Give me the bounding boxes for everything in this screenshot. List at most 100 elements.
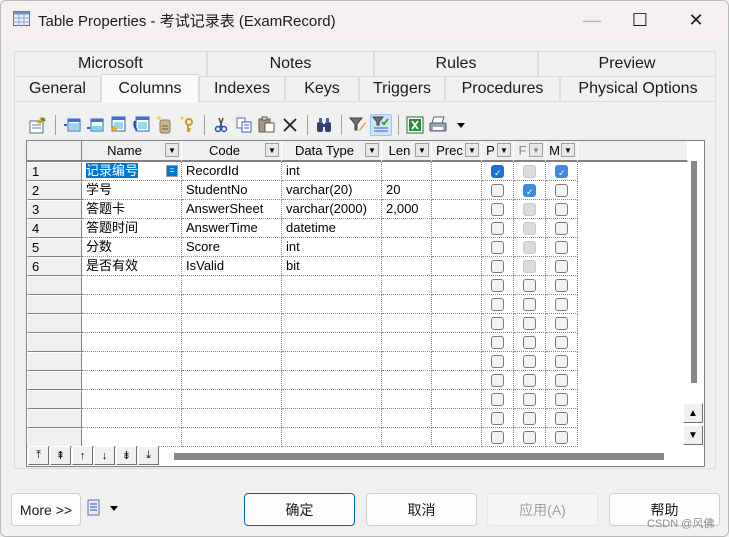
cell-code[interactable] xyxy=(182,409,282,428)
primary-key-checkbox[interactable] xyxy=(491,241,504,254)
cell-edit-button[interactable]: = xyxy=(166,165,178,177)
row-number[interactable] xyxy=(27,295,82,314)
cell-name[interactable] xyxy=(82,428,182,447)
cell-code[interactable]: AnswerSheet xyxy=(182,200,282,219)
row-number[interactable] xyxy=(27,371,82,390)
tab-procedures[interactable]: Procedures xyxy=(445,76,560,101)
mandatory-checkbox[interactable] xyxy=(555,336,568,349)
page-down-button[interactable]: ⇟ xyxy=(116,446,137,465)
table-row[interactable]: 4 答题时间 AnswerTime datetime xyxy=(27,219,687,238)
cell-code[interactable]: RecordId xyxy=(182,162,282,181)
cell-code[interactable] xyxy=(182,333,282,352)
foreign-key-checkbox[interactable] xyxy=(523,260,536,273)
foreign-key-checkbox[interactable] xyxy=(523,241,536,254)
mandatory-checkbox[interactable] xyxy=(555,317,568,330)
cell-prec[interactable] xyxy=(432,390,482,409)
mandatory-checkbox[interactable] xyxy=(555,412,568,425)
cell-prec[interactable] xyxy=(432,333,482,352)
vertical-scrollbar-thumb[interactable] xyxy=(691,161,697,383)
move-to-bottom-button[interactable]: ⤓ xyxy=(138,446,159,465)
cell-prec[interactable] xyxy=(432,200,482,219)
cell-code[interactable]: Score xyxy=(182,238,282,257)
cell-len[interactable] xyxy=(382,314,432,333)
cell-type[interactable] xyxy=(282,276,382,295)
cell-prec[interactable] xyxy=(432,238,482,257)
row-number[interactable] xyxy=(27,390,82,409)
primary-key-checkbox[interactable] xyxy=(491,184,504,197)
enable-filter-button[interactable] xyxy=(370,114,392,136)
cell-type[interactable]: datetime xyxy=(282,219,382,238)
mandatory-checkbox[interactable] xyxy=(555,298,568,311)
primary-key-checkbox[interactable] xyxy=(491,431,504,444)
new-key-button[interactable] xyxy=(176,114,198,136)
mandatory-checkbox[interactable] xyxy=(555,279,568,292)
empty-row[interactable] xyxy=(27,295,687,314)
chevron-down-icon[interactable]: ▼ xyxy=(561,143,575,157)
reuse-columns-button[interactable] xyxy=(130,114,152,136)
foreign-key-checkbox[interactable] xyxy=(523,355,536,368)
cell-name[interactable]: 记录编号 = xyxy=(82,162,182,181)
foreign-key-checkbox[interactable] xyxy=(523,222,536,235)
column-header-len[interactable]: Len ▼ xyxy=(382,141,432,162)
page-up-button[interactable]: ⇞ xyxy=(50,446,71,465)
cell-name[interactable] xyxy=(82,333,182,352)
tab-physical-options[interactable]: Physical Options xyxy=(560,76,716,101)
foreign-key-checkbox[interactable] xyxy=(523,317,536,330)
move-down-button[interactable]: ↓ xyxy=(94,446,115,465)
row-number[interactable]: 6 xyxy=(27,257,82,276)
empty-row[interactable] xyxy=(27,390,687,409)
chevron-down-icon[interactable]: ▼ xyxy=(465,143,479,157)
mandatory-checkbox[interactable] xyxy=(555,164,568,180)
foreign-key-checkbox[interactable] xyxy=(523,336,536,349)
copy-button[interactable] xyxy=(233,114,255,136)
column-header-prec[interactable]: Prec ▼ xyxy=(432,141,482,162)
cell-prec[interactable] xyxy=(432,181,482,200)
empty-row[interactable] xyxy=(27,371,687,390)
export-excel-button[interactable] xyxy=(404,114,426,136)
cell-type[interactable] xyxy=(282,333,382,352)
tab-indexes[interactable]: Indexes xyxy=(199,76,285,101)
scroll-down-button[interactable]: ▼ xyxy=(683,425,703,445)
close-button[interactable]: ✕ xyxy=(673,1,719,39)
cell-len[interactable] xyxy=(382,409,432,428)
row-number[interactable] xyxy=(27,333,82,352)
primary-key-checkbox[interactable] xyxy=(491,222,504,235)
primary-key-checkbox[interactable] xyxy=(491,203,504,216)
cell-prec[interactable] xyxy=(432,219,482,238)
cell-prec[interactable] xyxy=(432,352,482,371)
cell-code[interactable]: IsValid xyxy=(182,257,282,276)
chevron-down-icon[interactable]: ▼ xyxy=(415,143,429,157)
cell-prec[interactable] xyxy=(432,257,482,276)
horizontal-scrollbar-thumb[interactable] xyxy=(174,453,664,460)
cell-name[interactable]: 分数 xyxy=(82,238,182,257)
cell-len[interactable] xyxy=(382,276,432,295)
row-number[interactable]: 4 xyxy=(27,219,82,238)
scroll-up-button[interactable]: ▲ xyxy=(683,403,703,423)
cell-code[interactable]: AnswerTime xyxy=(182,219,282,238)
column-header-data-type[interactable]: Data Type ▼ xyxy=(282,141,382,162)
chevron-down-icon[interactable]: ▼ xyxy=(165,143,179,157)
cell-code[interactable] xyxy=(182,276,282,295)
properties-button[interactable] xyxy=(27,114,49,136)
cell-prec[interactable] xyxy=(432,162,482,181)
move-to-top-button[interactable]: ⤒ xyxy=(28,446,49,465)
mandatory-checkbox[interactable] xyxy=(555,241,568,254)
cell-type[interactable]: varchar(2000) xyxy=(282,200,382,219)
cell-type[interactable] xyxy=(282,390,382,409)
cell-len[interactable] xyxy=(382,219,432,238)
empty-row[interactable] xyxy=(27,314,687,333)
column-header-foreign[interactable]: F ▼ xyxy=(514,141,546,162)
cell-name[interactable] xyxy=(82,295,182,314)
table-row[interactable]: 5 分数 Score int xyxy=(27,238,687,257)
cell-len[interactable] xyxy=(382,257,432,276)
foreign-key-checkbox[interactable] xyxy=(523,431,536,444)
cell-type[interactable] xyxy=(282,352,382,371)
mandatory-checkbox[interactable] xyxy=(555,431,568,444)
mandatory-checkbox[interactable] xyxy=(555,355,568,368)
primary-key-checkbox[interactable] xyxy=(491,412,504,425)
cell-code[interactable] xyxy=(182,314,282,333)
cell-prec[interactable] xyxy=(432,409,482,428)
cell-name[interactable] xyxy=(82,371,182,390)
empty-row[interactable] xyxy=(27,352,687,371)
cell-type[interactable]: varchar(20) xyxy=(282,181,382,200)
